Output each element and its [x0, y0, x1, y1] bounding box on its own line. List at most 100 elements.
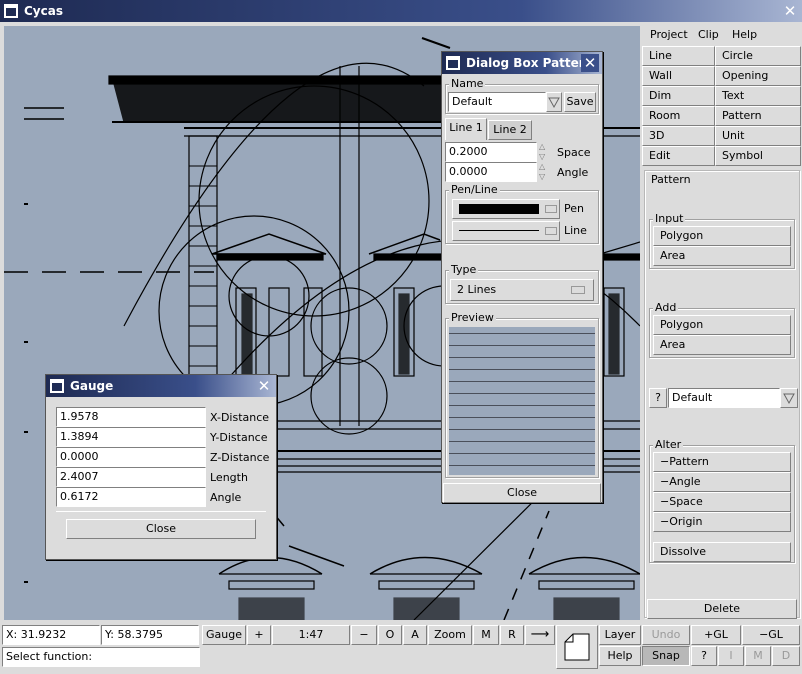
- query-button[interactable]: ?: [691, 646, 717, 666]
- tool-circle-button[interactable]: Circle: [715, 46, 801, 66]
- delete-button[interactable]: Delete: [647, 599, 797, 619]
- close-icon[interactable]: ✕: [255, 377, 273, 395]
- tab-line-2[interactable]: Line 2: [488, 120, 532, 140]
- pattern-name-field[interactable]: Default: [448, 92, 546, 112]
- pattern-close-button[interactable]: Close: [443, 483, 601, 503]
- alter-pattern-button[interactable]: −Pattern: [653, 452, 791, 472]
- type-label: Type: [449, 263, 479, 277]
- dialog-menu-icon[interactable]: [50, 379, 64, 393]
- tool-3d-button[interactable]: 3D: [642, 126, 715, 146]
- r-button[interactable]: R: [500, 625, 524, 645]
- remove-gl-button[interactable]: −GL: [742, 625, 800, 645]
- tool-edit-button[interactable]: Edit: [642, 146, 715, 166]
- gauge-close-button[interactable]: Close: [66, 519, 256, 539]
- m-button[interactable]: M: [473, 625, 499, 645]
- tab-line-1[interactable]: Line 1: [445, 118, 487, 140]
- type-value: 2 Lines: [457, 283, 497, 296]
- dissolve-button[interactable]: Dissolve: [653, 542, 791, 562]
- m-toggle-button[interactable]: M: [745, 646, 771, 666]
- window-menu-icon[interactable]: [4, 4, 18, 18]
- save-button[interactable]: Save: [564, 92, 596, 112]
- menu-help[interactable]: Help: [732, 28, 757, 42]
- angle-spinner-icon[interactable]: △ ▽: [539, 162, 549, 182]
- line-selector[interactable]: [452, 221, 560, 241]
- command-prompt: Select function:: [2, 647, 200, 667]
- a-button[interactable]: A: [403, 625, 427, 645]
- angle-field[interactable]: 0.0000: [445, 162, 537, 182]
- gauge-titlebar[interactable]: Gauge ✕: [46, 375, 276, 397]
- undo-button[interactable]: Undo: [642, 625, 690, 645]
- close-icon[interactable]: ✕: [581, 54, 599, 72]
- pattern-dialog-titlebar[interactable]: Dialog Box Pattern ✕: [442, 52, 602, 74]
- divider: [56, 511, 266, 512]
- input-polygon-button[interactable]: Polygon: [653, 226, 791, 246]
- tool-unit-button[interactable]: Unit: [715, 126, 801, 146]
- angle-label: Angle: [210, 491, 242, 504]
- alter-space-button[interactable]: −Space: [653, 492, 791, 512]
- pen-selector[interactable]: [452, 199, 560, 219]
- alter-origin-button[interactable]: −Origin: [653, 512, 791, 532]
- i-button[interactable]: I: [718, 646, 744, 666]
- x-distance-label: X-Distance: [210, 411, 270, 424]
- scale-display[interactable]: 1:47: [272, 625, 350, 645]
- main-titlebar[interactable]: Cycas ✕: [0, 0, 802, 22]
- zoom-out-button[interactable]: −: [351, 625, 377, 645]
- d-button[interactable]: D: [772, 646, 800, 666]
- tool-symbol-button[interactable]: Symbol: [715, 146, 801, 166]
- tool-opening-button[interactable]: Opening: [715, 66, 801, 86]
- pattern-panel: Pattern Input Polygon Area Add Polygon A…: [644, 170, 800, 619]
- gauge-dialog: Gauge ✕ 1.9578 X-Distance 1.3894 Y-Dista…: [45, 374, 277, 560]
- tool-wall-button[interactable]: Wall: [642, 66, 715, 86]
- pattern-select[interactable]: Default: [668, 388, 780, 408]
- space-field[interactable]: 0.2000: [445, 142, 537, 162]
- layer-button[interactable]: Layer: [599, 625, 641, 645]
- help-button[interactable]: Help: [599, 646, 641, 666]
- z-distance-label: Z-Distance: [210, 451, 270, 464]
- add-polygon-button[interactable]: Polygon: [653, 315, 791, 335]
- z-distance-field[interactable]: 0.0000: [56, 447, 206, 467]
- menu-clip[interactable]: Clip: [698, 28, 719, 42]
- close-icon[interactable]: ✕: [781, 2, 799, 20]
- gauge-button[interactable]: Gauge: [202, 625, 246, 645]
- pattern-preview: [449, 327, 595, 475]
- add-area-button[interactable]: Area: [653, 335, 791, 355]
- y-distance-field[interactable]: 1.3894: [56, 427, 206, 447]
- space-spinner-icon[interactable]: △ ▽: [539, 142, 549, 162]
- alter-angle-button[interactable]: −Angle: [653, 472, 791, 492]
- tool-line-button[interactable]: Line: [642, 46, 715, 66]
- angle-field[interactable]: 0.6172: [56, 487, 206, 507]
- pattern-dialog: Dialog Box Pattern ✕ Name Default Save L…: [441, 51, 603, 503]
- input-group: Input Polygon Area: [649, 212, 795, 269]
- tool-text-button[interactable]: Text: [715, 86, 801, 106]
- chevron-down-icon[interactable]: [546, 92, 562, 112]
- dialog-menu-icon[interactable]: [446, 56, 460, 70]
- o-button[interactable]: O: [378, 625, 402, 645]
- angle-label: Angle: [557, 166, 589, 179]
- alter-group: Alter −Pattern −Angle −Space −Origin Dis…: [649, 438, 795, 563]
- name-label: Name: [449, 77, 486, 91]
- add-gl-button[interactable]: +GL: [691, 625, 741, 645]
- pen-label: Pen: [564, 202, 584, 215]
- pattern-help-button[interactable]: ?: [649, 388, 667, 408]
- input-area-button[interactable]: Area: [653, 246, 791, 266]
- right-panel: Project Clip Help Line Circle Wall Openi…: [642, 24, 802, 624]
- document-icon[interactable]: [556, 625, 598, 669]
- chevron-down-icon[interactable]: [780, 388, 798, 408]
- menu-project[interactable]: Project: [650, 28, 688, 42]
- zoom-button[interactable]: Zoom: [428, 625, 472, 645]
- tool-room-button[interactable]: Room: [642, 106, 715, 126]
- status-bar: X: 31.9232 Y: 58.3795 Gauge + 1:47 − O A…: [0, 622, 802, 674]
- type-select[interactable]: 2 Lines: [450, 279, 594, 301]
- x-coordinate: X: 31.9232: [2, 625, 100, 645]
- snap-button[interactable]: Snap: [642, 646, 690, 666]
- x-distance-field[interactable]: 1.9578: [56, 407, 206, 427]
- line-label: Line: [564, 224, 587, 237]
- pattern-dialog-title: Dialog Box Pattern: [466, 56, 594, 70]
- zoom-in-button[interactable]: +: [247, 625, 271, 645]
- pattern-panel-title: Pattern: [651, 173, 691, 186]
- tool-dim-button[interactable]: Dim: [642, 86, 715, 106]
- penline-label: Pen/Line: [449, 183, 500, 197]
- arrow-right-icon[interactable]: ⟶: [525, 625, 555, 645]
- tool-pattern-button[interactable]: Pattern: [715, 106, 801, 126]
- length-field[interactable]: 2.4007: [56, 467, 206, 487]
